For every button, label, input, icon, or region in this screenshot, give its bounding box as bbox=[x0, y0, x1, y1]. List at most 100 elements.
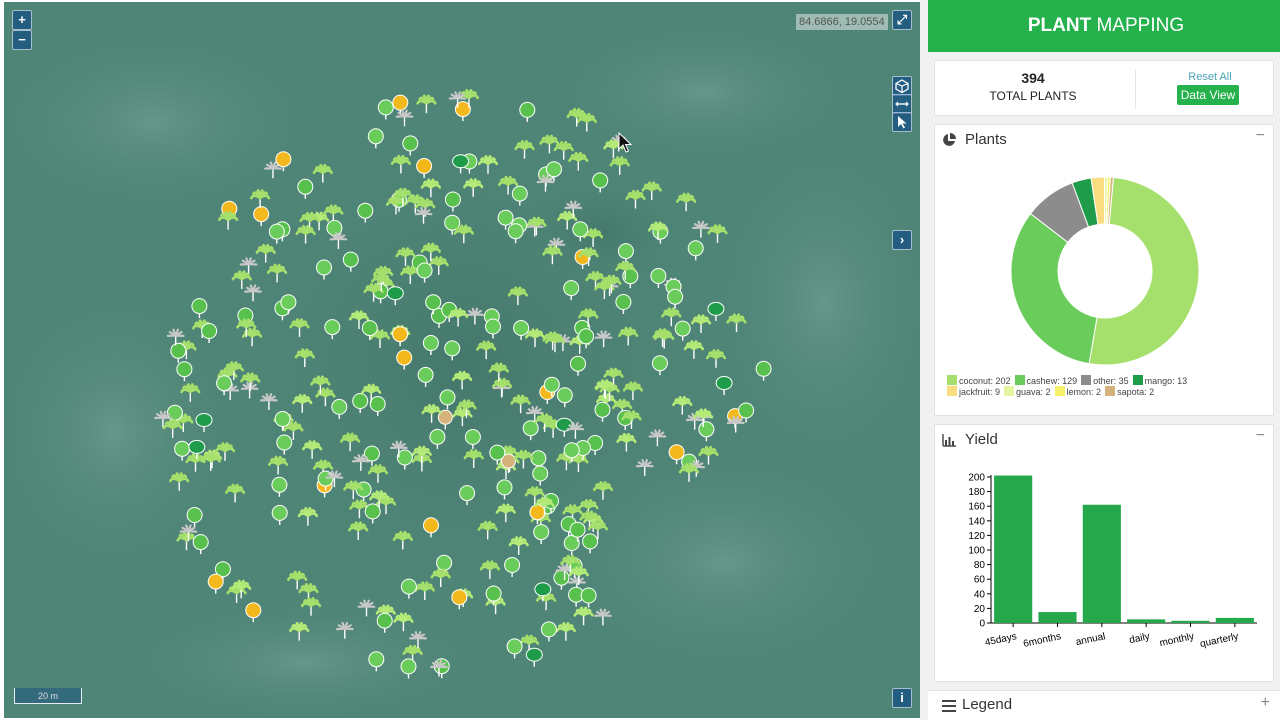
plant-marker[interactable] bbox=[582, 533, 599, 554]
plant-marker[interactable] bbox=[726, 313, 747, 333]
yield-panel-collapse-button[interactable]: − bbox=[1256, 427, 1265, 445]
legend-panel[interactable]: Legend + bbox=[928, 690, 1280, 720]
plant-marker[interactable] bbox=[316, 259, 332, 280]
plant-marker[interactable] bbox=[400, 658, 417, 679]
plant-marker[interactable] bbox=[651, 355, 668, 376]
plant-marker[interactable] bbox=[690, 314, 712, 333]
plant-marker[interactable] bbox=[477, 520, 498, 540]
plant-marker[interactable] bbox=[400, 578, 417, 599]
plant-marker[interactable] bbox=[485, 318, 501, 339]
select-pointer-icon[interactable] bbox=[892, 112, 912, 132]
plant-marker[interactable] bbox=[416, 94, 437, 114]
plant-marker[interactable] bbox=[216, 375, 233, 396]
plant-marker[interactable] bbox=[207, 573, 224, 594]
plant-marker[interactable] bbox=[707, 224, 728, 243]
plant-marker[interactable] bbox=[519, 101, 536, 122]
plant-marker[interactable] bbox=[451, 589, 468, 610]
plant-marker[interactable] bbox=[459, 485, 476, 506]
plant-marker[interactable] bbox=[533, 524, 550, 545]
plant-marker[interactable] bbox=[570, 355, 586, 376]
plant-marker[interactable] bbox=[578, 328, 595, 349]
plant-marker[interactable] bbox=[532, 465, 549, 486]
plant-marker[interactable] bbox=[514, 139, 535, 159]
plant-marker[interactable] bbox=[218, 210, 239, 230]
fullscreen-button[interactable]: ⤢ bbox=[892, 10, 912, 30]
plant-marker[interactable] bbox=[672, 395, 693, 415]
plant-marker[interactable] bbox=[674, 320, 691, 341]
plant-marker[interactable] bbox=[476, 340, 497, 360]
plant-marker[interactable] bbox=[553, 569, 570, 590]
plant-marker[interactable] bbox=[315, 387, 336, 407]
legend-panel-expand-button[interactable]: + bbox=[1261, 694, 1270, 712]
plant-marker[interactable] bbox=[255, 243, 276, 263]
zoom-out-button[interactable]: − bbox=[12, 30, 32, 50]
plant-marker[interactable] bbox=[331, 398, 348, 419]
plant-marker[interactable] bbox=[429, 428, 446, 449]
plant-marker[interactable] bbox=[572, 221, 589, 242]
plant-marker[interactable] bbox=[377, 99, 394, 120]
bar-45days[interactable] bbox=[994, 475, 1033, 623]
plant-marker[interactable] bbox=[444, 340, 461, 361]
plant-marker[interactable] bbox=[715, 376, 733, 396]
plant-marker[interactable] bbox=[463, 178, 484, 197]
plant-marker[interactable] bbox=[448, 307, 469, 327]
plant-marker[interactable] bbox=[452, 370, 473, 390]
plant-marker[interactable] bbox=[335, 621, 354, 639]
plant-marker[interactable] bbox=[417, 366, 434, 387]
plant-marker[interactable] bbox=[452, 407, 473, 427]
plant-marker[interactable] bbox=[231, 270, 252, 289]
plant-marker[interactable] bbox=[225, 483, 246, 503]
plant-marker[interactable] bbox=[428, 256, 449, 275]
plant-marker[interactable] bbox=[396, 349, 413, 370]
plant-marker[interactable] bbox=[698, 445, 719, 465]
plant-marker[interactable] bbox=[396, 449, 413, 470]
plant-marker[interactable] bbox=[477, 154, 499, 174]
plant-marker[interactable] bbox=[268, 455, 289, 475]
plant-marker[interactable] bbox=[250, 189, 271, 208]
plant-marker[interactable] bbox=[392, 530, 413, 550]
plant-marker[interactable] bbox=[392, 326, 409, 347]
plant-marker[interactable] bbox=[420, 178, 441, 198]
plant-marker[interactable] bbox=[416, 262, 433, 283]
plant-marker[interactable] bbox=[364, 503, 381, 524]
plant-marker[interactable] bbox=[463, 449, 484, 468]
plant-marker[interactable] bbox=[506, 638, 523, 659]
plant-marker[interactable] bbox=[271, 504, 288, 525]
plant-marker[interactable] bbox=[170, 342, 187, 363]
plant-marker[interactable] bbox=[479, 560, 500, 579]
plant-marker[interactable] bbox=[393, 612, 414, 632]
plant-marker[interactable] bbox=[192, 534, 209, 555]
plant-marker[interactable] bbox=[555, 621, 577, 641]
plant-marker[interactable] bbox=[507, 286, 529, 306]
plant-marker[interactable] bbox=[191, 298, 208, 319]
plant-marker[interactable] bbox=[563, 280, 580, 301]
plant-marker[interactable] bbox=[522, 420, 539, 441]
satellite-map[interactable]: + − 84.6866, 19.0554 ⤢ › 20 m i bbox=[4, 2, 920, 718]
bar-monthly[interactable] bbox=[1171, 620, 1210, 623]
bar-annual[interactable] bbox=[1082, 504, 1121, 623]
plant-marker[interactable] bbox=[540, 621, 557, 642]
plant-marker[interactable] bbox=[580, 587, 597, 608]
plant-marker[interactable] bbox=[504, 557, 521, 578]
plant-marker[interactable] bbox=[617, 243, 634, 264]
plant-marker[interactable] bbox=[367, 128, 384, 149]
plant-marker[interactable] bbox=[444, 191, 461, 212]
plant-marker[interactable] bbox=[176, 531, 197, 551]
plant-marker[interactable] bbox=[395, 109, 414, 127]
plant-marker[interactable] bbox=[259, 393, 278, 410]
plant-marker[interactable] bbox=[511, 185, 528, 206]
plant-marker[interactable] bbox=[452, 154, 470, 174]
plant-marker[interactable] bbox=[675, 192, 697, 212]
plant-marker[interactable] bbox=[289, 621, 310, 641]
plant-marker[interactable] bbox=[555, 417, 573, 437]
plant-marker[interactable] bbox=[556, 387, 573, 408]
plant-marker[interactable] bbox=[402, 135, 419, 156]
reset-all-link[interactable]: Reset All bbox=[1179, 71, 1241, 83]
plant-marker[interactable] bbox=[439, 389, 456, 410]
plant-marker[interactable] bbox=[421, 403, 442, 423]
plant-marker[interactable] bbox=[271, 476, 288, 497]
plant-marker[interactable] bbox=[641, 181, 662, 201]
plant-marker[interactable] bbox=[300, 596, 322, 616]
plant-marker[interactable] bbox=[302, 440, 323, 459]
plant-marker[interactable] bbox=[755, 360, 772, 381]
